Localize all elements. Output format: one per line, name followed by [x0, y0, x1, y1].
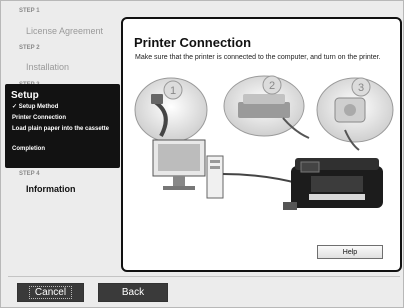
content-panel: Printer Connection Make sure that the pr…: [121, 17, 402, 272]
step-4-label: STEP 4: [19, 171, 40, 177]
cancel-button[interactable]: Cancel: [17, 283, 84, 302]
computer-monitor: [152, 139, 206, 190]
help-button[interactable]: Help: [317, 245, 383, 259]
sub-item-setup-method: ✓ Setup Method: [12, 104, 59, 110]
step-2-label: STEP 2: [19, 45, 40, 51]
step-4-title: Information: [26, 184, 76, 194]
svg-text:1: 1: [170, 85, 176, 97]
page-title: Printer Connection: [134, 35, 252, 50]
printer: [283, 158, 383, 210]
step-3-title: Setup: [11, 90, 39, 101]
step-1-label: STEP 1: [19, 8, 40, 14]
current-step-block: Setup ✓ Setup Method Printer Connection …: [5, 84, 120, 168]
svg-text:3: 3: [358, 82, 364, 94]
usb-cable: [222, 173, 302, 185]
sub-item-load-paper: Load plain paper into the cassette: [12, 126, 110, 132]
footer-divider: [8, 276, 400, 277]
cancel-button-label: Cancel: [28, 286, 73, 299]
back-button[interactable]: Back: [98, 283, 168, 302]
step-1-title: License Agreement: [26, 26, 104, 36]
sub-item-completion: Completion: [12, 146, 45, 152]
sub-item-printer-connection: Printer Connection: [12, 115, 67, 121]
svg-text:2: 2: [269, 80, 275, 92]
connection-illustration: 1 2 3: [134, 75, 394, 210]
instruction-text: Make sure that the printer is connected …: [135, 54, 381, 61]
computer-tower: [206, 155, 224, 199]
step-2-title: Installation: [26, 62, 70, 72]
